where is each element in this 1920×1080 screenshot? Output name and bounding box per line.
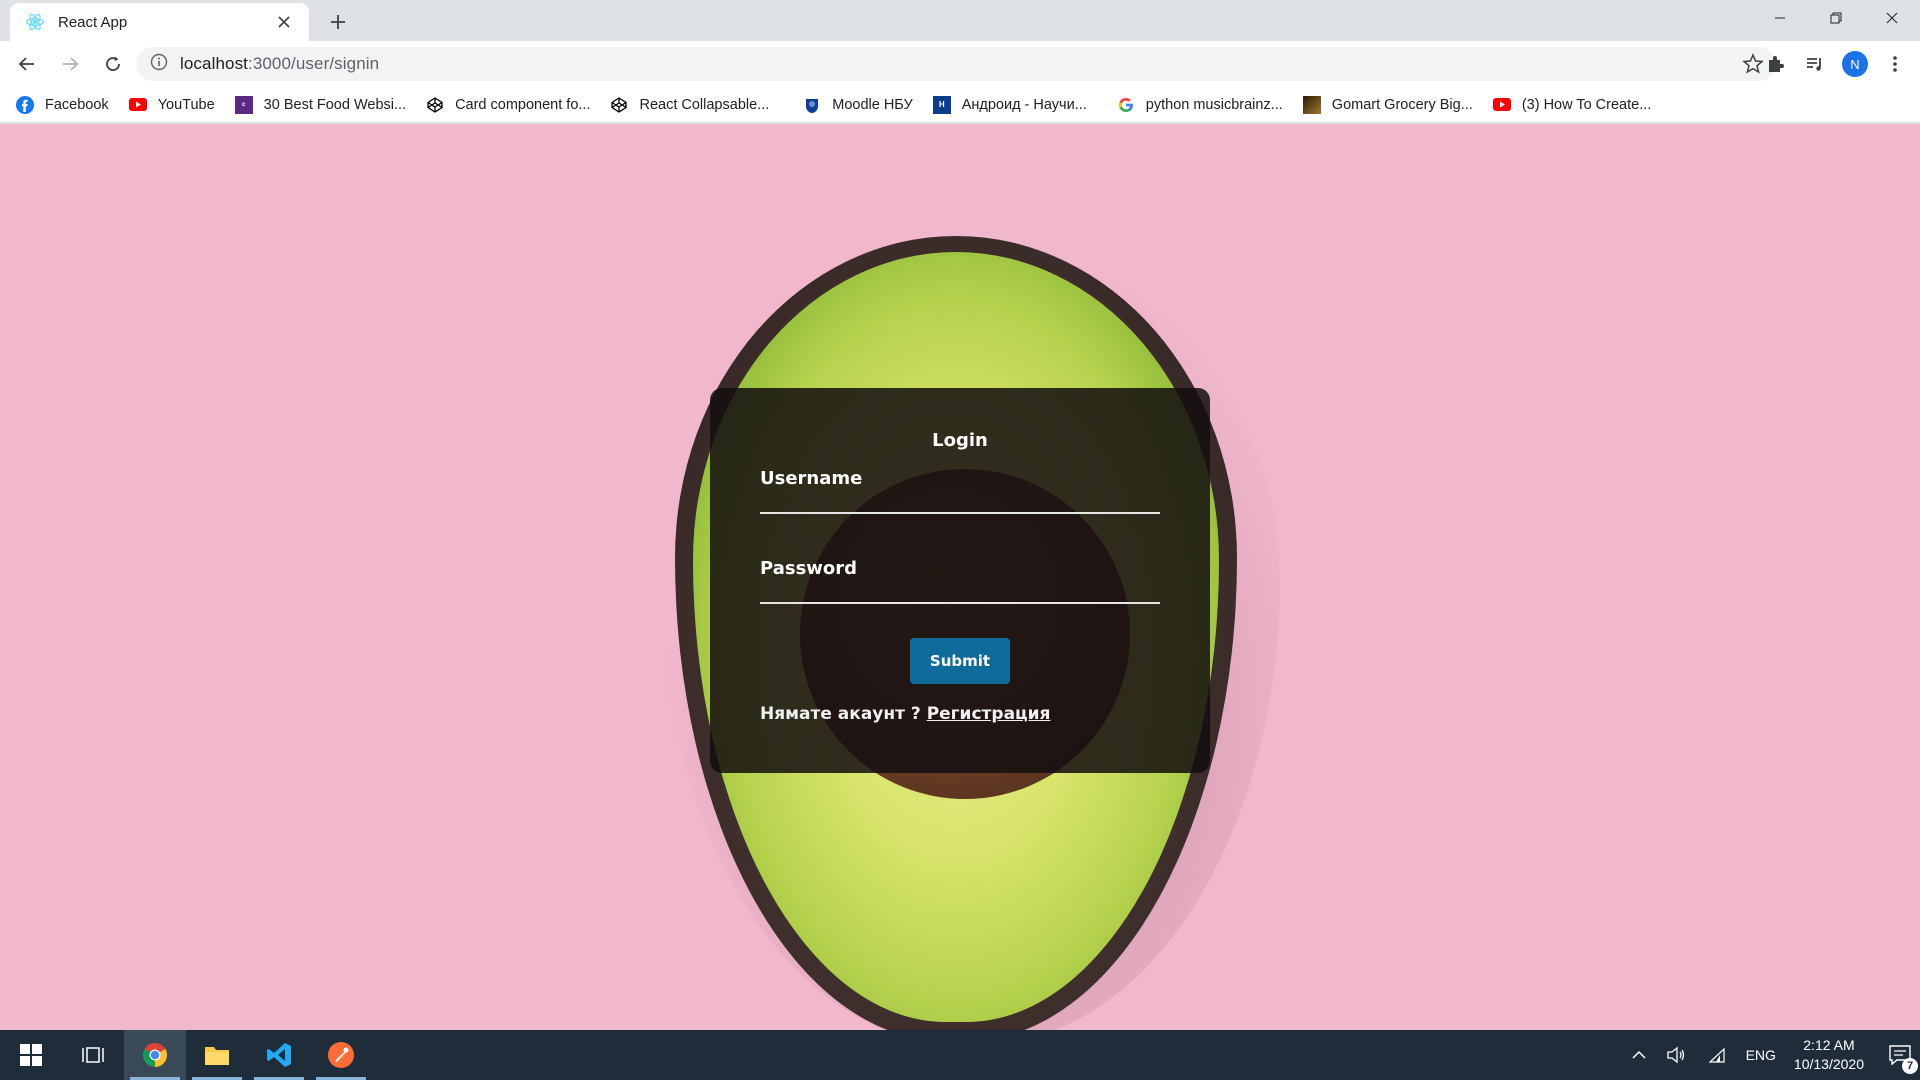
login-title: Login — [932, 430, 988, 451]
username-label: Username — [760, 468, 863, 489]
bookmark-food-websites[interactable]: c 30 Best Food Websi... — [234, 95, 407, 114]
extensions-icon[interactable] — [1762, 49, 1788, 79]
chrome-icon — [142, 1043, 168, 1067]
bookmark-label: Андроид - Научи... — [961, 96, 1087, 113]
page-background: Login Username Password Submit Нямате ак… — [0, 124, 1920, 1030]
profile-avatar[interactable]: N — [1842, 51, 1868, 77]
login-card: Login Username Password Submit Нямате ак… — [710, 388, 1210, 773]
restore-icon — [1830, 12, 1842, 24]
codepen-icon — [610, 96, 628, 114]
codepen-icon — [426, 96, 444, 114]
hl-icon: H — [932, 95, 951, 114]
tab-title: React App — [58, 13, 128, 31]
password-input[interactable] — [760, 576, 1160, 602]
bookmark-moodle[interactable]: Moodle НБУ — [803, 96, 913, 114]
gomart-icon — [1302, 95, 1321, 114]
youtube-icon — [1492, 96, 1511, 114]
new-tab-button[interactable] — [324, 8, 352, 36]
start-button[interactable] — [0, 1030, 62, 1080]
bookmark-label: YouTube — [157, 96, 215, 113]
facebook-icon — [16, 95, 34, 114]
password-underline — [760, 602, 1160, 604]
bookmark-facebook[interactable]: Facebook — [16, 95, 109, 114]
action-center-button[interactable]: 7 — [1880, 1030, 1920, 1080]
chevron-up-icon — [1632, 1050, 1646, 1059]
submit-button[interactable]: Submit — [910, 638, 1010, 684]
volume-icon[interactable] — [1666, 1046, 1686, 1064]
close-icon — [1886, 12, 1898, 24]
react-icon — [24, 11, 46, 33]
bookmark-youtube[interactable]: YouTube — [128, 96, 215, 114]
taskbar: ENG 2:12 AM 10/13/2020 7 — [0, 1030, 1920, 1080]
media-control-icon[interactable] — [1802, 49, 1828, 79]
folder-icon — [205, 1047, 229, 1065]
info-icon[interactable] — [150, 53, 168, 76]
bookmark-label: python musicbrainz... — [1145, 96, 1283, 113]
reload-icon — [106, 56, 120, 71]
show-hidden-icons[interactable] — [1632, 1050, 1646, 1060]
menu-kebab-icon[interactable] — [1882, 49, 1908, 79]
colorlib-icon: c — [234, 95, 253, 114]
bookmark-python-musicbrainz[interactable]: python musicbrainz... — [1117, 96, 1283, 114]
close-tab-icon[interactable] — [273, 11, 295, 33]
reload-button[interactable] — [97, 48, 129, 80]
back-button[interactable] — [11, 48, 43, 80]
back-arrow-icon — [18, 57, 34, 71]
language-indicator[interactable]: ENG — [1746, 1047, 1776, 1063]
url-path: :3000/user/signin — [248, 54, 380, 73]
bookmark-react-collapsable[interactable]: React Collapsable... — [610, 96, 769, 114]
url-host: localhost — [180, 54, 248, 73]
clock-time: 2:12 AM — [1803, 1037, 1855, 1053]
taskbar-chrome[interactable] — [124, 1030, 186, 1080]
clock-date: 10/13/2020 — [1793, 1056, 1864, 1072]
bookmark-android[interactable]: H Андроид - Научи... — [932, 95, 1087, 114]
moodle-icon — [803, 96, 821, 114]
bookmark-how-to-create[interactable]: (3) How To Create... — [1492, 96, 1652, 114]
username-input[interactable] — [760, 488, 1160, 514]
restore-button[interactable] — [1808, 0, 1864, 36]
bookmark-label: 30 Best Food Websi... — [263, 96, 407, 113]
bookmark-label: Gomart Grocery Big... — [1331, 96, 1473, 113]
youtube-icon — [128, 96, 147, 114]
bookmark-label: (3) How To Create... — [1521, 96, 1652, 113]
clock[interactable]: 2:12 AM 10/13/2020 — [1794, 1036, 1864, 1074]
window-controls — [1752, 0, 1920, 36]
task-view-button[interactable] — [62, 1030, 124, 1080]
notification-count: 7 — [1902, 1058, 1918, 1074]
wifi-icon[interactable] — [1706, 1047, 1726, 1063]
forward-arrow-icon — [63, 57, 79, 71]
minimize-button[interactable] — [1752, 0, 1808, 36]
bookmark-card-component[interactable]: Card component fo... — [426, 96, 590, 114]
bookmark-gomart[interactable]: Gomart Grocery Big... — [1302, 95, 1473, 114]
taskbar-postman[interactable] — [310, 1030, 372, 1080]
google-icon — [1117, 96, 1135, 114]
no-account-text: Нямате акаунт ? — [760, 704, 921, 724]
task-view-icon — [82, 1047, 104, 1063]
bookmark-label: Card component fo... — [455, 96, 591, 113]
system-tray: ENG 2:12 AM 10/13/2020 7 — [1622, 1030, 1920, 1080]
username-underline — [760, 512, 1160, 514]
taskbar-vscode[interactable] — [248, 1030, 310, 1080]
minimize-icon — [1775, 17, 1785, 19]
bookmarks-bar: Facebook YouTube c 30 Best Food Websi...… — [0, 87, 1920, 123]
tab-react-app[interactable]: React App — [10, 3, 309, 41]
bookmark-star-icon[interactable] — [1742, 53, 1764, 75]
postman-icon — [328, 1042, 354, 1068]
address-bar[interactable]: localhost:3000/user/signin — [136, 47, 1776, 81]
vscode-icon — [267, 1043, 291, 1067]
bookmark-label: Facebook — [45, 96, 109, 113]
register-link[interactable]: Регистрация — [927, 704, 1051, 724]
forward-button[interactable] — [54, 48, 86, 80]
tab-strip: React App — [0, 0, 1920, 41]
url-text: localhost:3000/user/signin — [180, 54, 379, 74]
windows-icon — [20, 1044, 42, 1066]
close-window-button[interactable] — [1864, 0, 1920, 36]
toolbar-actions: N — [1762, 49, 1908, 79]
taskbar-file-explorer[interactable] — [186, 1030, 248, 1080]
bookmark-label: Moodle НБУ — [832, 96, 913, 113]
register-prompt: Нямате акаунт ? Регистрация — [760, 704, 1050, 724]
plus-icon — [331, 15, 345, 29]
browser-toolbar: localhost:3000/user/signin N — [0, 41, 1920, 87]
bookmark-label: React Collapsable... — [639, 96, 770, 113]
